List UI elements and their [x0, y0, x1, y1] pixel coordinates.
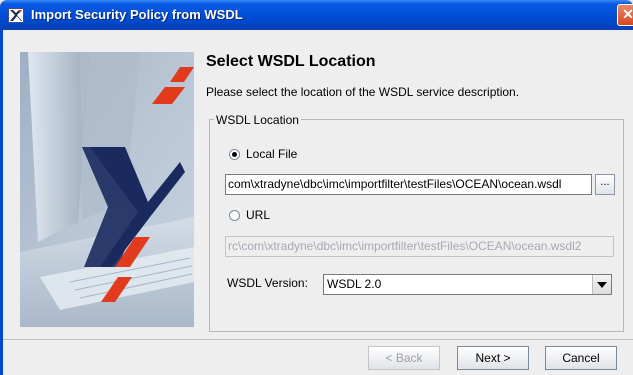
radio-unselected-icon[interactable] — [229, 209, 240, 221]
back-button: < Back — [368, 346, 440, 370]
url-label: URL — [246, 208, 271, 222]
wizard-side-image — [20, 52, 194, 327]
title-bar[interactable]: Import Security Policy from WSDL ✕ — [0, 0, 633, 30]
page-title: Select WSDL Location — [206, 53, 376, 70]
group-legend: WSDL Location — [214, 113, 301, 127]
close-button[interactable]: ✕ — [617, 4, 633, 26]
url-input: rc\com\xtradyne\dbc\imc\importfilter\tes… — [225, 236, 614, 257]
wsdl-version-label: WSDL Version: — [227, 276, 308, 290]
next-button[interactable]: Next > — [457, 346, 529, 370]
wsdl-version-value: WSDL 2.0 — [327, 277, 382, 291]
chevron-down-icon[interactable] — [592, 275, 611, 294]
browse-button[interactable]: ... — [595, 174, 615, 195]
cancel-button[interactable]: Cancel — [545, 346, 617, 370]
footer-separator — [3, 339, 633, 340]
radio-selected-icon[interactable] — [229, 148, 240, 160]
wsdl-version-select[interactable]: WSDL 2.0 — [323, 274, 612, 295]
local-file-radio[interactable]: Local File — [229, 147, 297, 161]
window-title: Import Security Policy from WSDL — [31, 7, 243, 22]
local-file-path-input[interactable]: com\xtradyne\dbc\imc\importfilter\testFi… — [225, 174, 592, 195]
close-icon: ✕ — [622, 6, 633, 22]
app-logo-icon — [8, 8, 24, 23]
url-radio[interactable]: URL — [229, 208, 270, 222]
page-description: Please select the location of the WSDL s… — [206, 85, 520, 99]
local-file-label: Local File — [246, 147, 298, 161]
